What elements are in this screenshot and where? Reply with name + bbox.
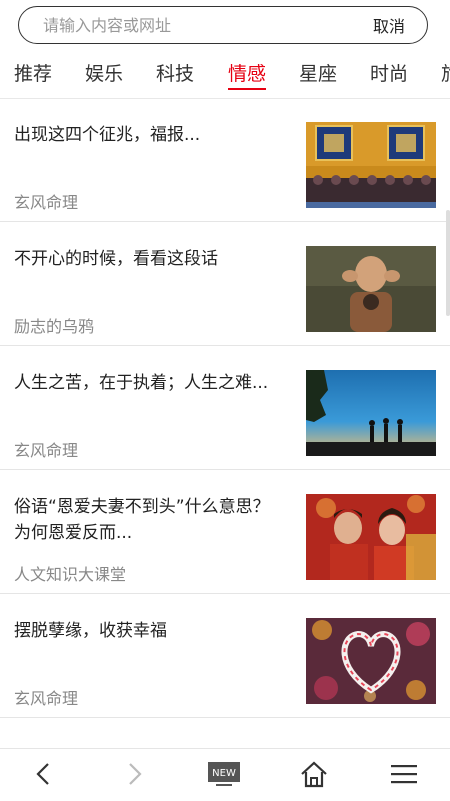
item-title: 出现这四个征兆，福报...: [14, 125, 201, 145]
temple-gate-photo: [306, 122, 436, 208]
category-tabs: 推荐 娱乐 科技 情感 星座 时尚 旅: [0, 52, 450, 99]
tab-fashion[interactable]: 时尚: [370, 52, 408, 98]
search-input[interactable]: [41, 14, 345, 36]
menu-button[interactable]: [374, 749, 434, 801]
list-item[interactable]: 不开心的时候，看看这段话 励志的乌鸦: [0, 222, 450, 346]
item-title: 摆脱孽缘，收获幸福: [14, 621, 167, 641]
heart-bokeh-photo: [306, 618, 436, 704]
list-item[interactable]: 俗语“恩爱夫妻不到头”什么意思？为何恩爱反而... 人文知识大课堂: [0, 470, 450, 594]
search-box[interactable]: 取消: [18, 6, 428, 44]
little-monk-photo: [306, 246, 436, 332]
item-source: 玄风命理: [14, 193, 79, 212]
tab-entertainment[interactable]: 娱乐: [85, 52, 123, 98]
chevron-left-icon: [36, 763, 49, 785]
item-source: 励志的乌鸦: [14, 317, 95, 336]
list-item[interactable]: 人生之苦，在于执着；人生之难... 玄风命理: [0, 346, 450, 470]
item-source: 玄风命理: [14, 441, 79, 460]
forward-button[interactable]: [104, 749, 164, 801]
chevron-right-icon: [129, 763, 142, 785]
back-button[interactable]: [14, 749, 74, 801]
search-bar: 取消: [0, 0, 450, 52]
news-icon: NEW: [208, 762, 240, 786]
tab-tech[interactable]: 科技: [156, 52, 194, 98]
cancel-button[interactable]: 取消: [345, 13, 405, 37]
tab-horoscope[interactable]: 星座: [299, 52, 337, 98]
list-item[interactable]: 摆脱孽缘，收获幸福 玄风命理: [0, 594, 450, 718]
news-badge-text: NEW: [212, 768, 236, 779]
tab-emotion[interactable]: 情感: [228, 52, 267, 98]
list-item[interactable]: 出现这四个征兆，福报... 玄风命理: [0, 98, 450, 222]
tab-recommended[interactable]: 推荐: [14, 52, 52, 98]
news-feed: 出现这四个征兆，福报... 玄风命理 不开心的时候，看看这段话 励志的乌鸦 人生…: [0, 98, 450, 718]
item-title: 不开心的时候，看看这段话: [14, 249, 218, 269]
scrollbar[interactable]: [446, 210, 450, 316]
item-source: 玄风命理: [14, 689, 79, 708]
item-title: 人生之苦，在于执着；人生之难...: [14, 373, 269, 393]
item-source: 人文知识大课堂: [14, 565, 127, 584]
wedding-couple-photo: [306, 494, 436, 580]
tab-travel[interactable]: 旅: [441, 52, 450, 98]
home-button[interactable]: [284, 749, 344, 801]
item-title: 俗语“恩爱夫妻不到头”什么意思？为何恩爱反而...: [14, 497, 270, 543]
menu-icon: [391, 765, 417, 784]
silhouette-sunset-photo: [306, 370, 436, 456]
news-button[interactable]: NEW: [194, 749, 254, 801]
bottom-nav: NEW: [0, 748, 450, 801]
home-icon: [301, 761, 327, 788]
